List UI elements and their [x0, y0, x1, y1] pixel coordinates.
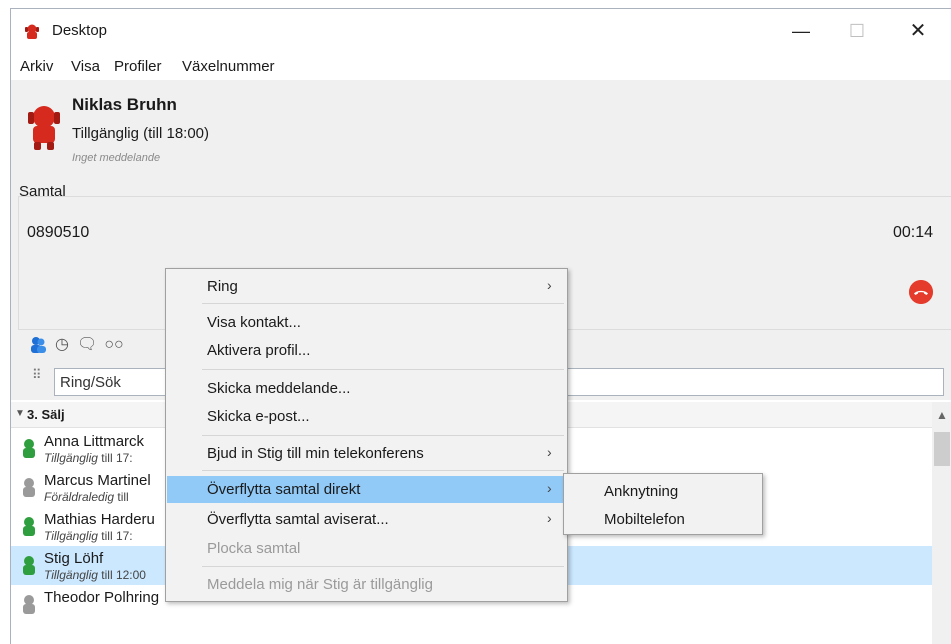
- chevron-right-icon: ›: [547, 444, 552, 460]
- chat-icon[interactable]: 🗨: [77, 335, 97, 355]
- dialpad-icon[interactable]: ⠿: [32, 367, 41, 383]
- menu-item-visa-kontakt[interactable]: Visa kontakt...: [167, 309, 566, 336]
- maximize-button[interactable]: ☐: [834, 9, 880, 54]
- menu-item-plocka-samtal: Plocka samtal: [207, 540, 301, 557]
- menu-bar: Arkiv Visa Profiler Växelnummer: [11, 54, 951, 80]
- menu-item-overflytta-direkt[interactable]: Överflytta samtal direkt ›: [167, 476, 566, 503]
- menu-profiler[interactable]: Profiler: [114, 58, 162, 75]
- voicemail-icon[interactable]: ○○: [101, 335, 127, 355]
- menu-item-skicka-epost[interactable]: Skicka e-post...: [167, 403, 566, 430]
- menu-item-meddela: Meddela mig när Stig är tillgänglig: [207, 576, 433, 593]
- menu-item-skicka-meddelande[interactable]: Skicka meddelande...: [167, 375, 566, 402]
- menu-separator: [202, 470, 564, 471]
- profile-message[interactable]: Inget meddelande: [72, 152, 160, 164]
- user-avatar[interactable]: [24, 104, 64, 152]
- group-name: 3. Sälj: [27, 407, 65, 422]
- call-number: 0890510: [27, 224, 90, 241]
- menu-item-overflytta-aviserat[interactable]: Överflytta samtal aviserat... ›: [167, 506, 566, 533]
- contact-avatar-icon: [23, 478, 35, 497]
- menu-visa[interactable]: Visa: [71, 58, 100, 75]
- menu-vaxelnummer[interactable]: Växelnummer: [182, 58, 275, 75]
- contact-name: Anna Littmarck: [44, 433, 145, 450]
- submenu-item-anknytning[interactable]: Anknytning: [604, 483, 678, 500]
- close-button[interactable]: ✕: [895, 9, 941, 54]
- menu-separator: [202, 435, 564, 436]
- context-menu: Ring › Visa kontakt... Aktivera profil...…: [165, 268, 568, 602]
- contact-avatar-icon: [23, 556, 35, 575]
- chevron-right-icon: ›: [547, 510, 552, 526]
- profile-status[interactable]: Tillgänglig (till 18:00): [72, 125, 209, 142]
- calls-label: Samtal: [19, 183, 66, 200]
- contacts-icon[interactable]: [28, 335, 48, 355]
- contact-name: Stig Löhf: [44, 550, 104, 567]
- minimize-button[interactable]: —: [778, 9, 824, 54]
- menu-item-aktivera-profil[interactable]: Aktivera profil...: [167, 337, 566, 364]
- contact-list-scrollbar[interactable]: ▲: [932, 402, 951, 644]
- chevron-right-icon: ›: [547, 277, 552, 293]
- menu-separator: [202, 303, 564, 304]
- submenu-item-mobiltelefon[interactable]: Mobiltelefon: [604, 511, 685, 528]
- contact-status: Föräldraledig till: [44, 490, 129, 504]
- menu-separator: [202, 369, 564, 370]
- profile-panel: Niklas Bruhn Tillgänglig (till 18:00) In…: [11, 80, 951, 190]
- contact-avatar-icon: [23, 595, 35, 614]
- collapse-triangle-icon[interactable]: ▼: [15, 408, 25, 419]
- transfer-submenu: Anknytning Mobiltelefon: [563, 473, 763, 535]
- call-duration: 00:14: [893, 224, 934, 241]
- contact-status: Tillgänglig till 12:00: [44, 568, 146, 582]
- scroll-up-icon[interactable]: ▲: [936, 408, 948, 422]
- scroll-thumb[interactable]: [934, 432, 950, 466]
- profile-name: Niklas Bruhn: [72, 95, 177, 114]
- contact-name: Mathias Harderu: [44, 511, 155, 528]
- chevron-right-icon: ›: [547, 480, 552, 496]
- history-icon[interactable]: ◷: [52, 335, 72, 355]
- menu-separator: [202, 566, 564, 567]
- menu-item-bjud-in[interactable]: Bjud in Stig till min telekonferens ›: [167, 440, 566, 467]
- menu-item-ring[interactable]: Ring ›: [167, 273, 566, 300]
- contact-name: Marcus Martinel: [44, 472, 151, 489]
- hangup-icon[interactable]: [909, 280, 933, 304]
- contact-avatar-icon: [23, 517, 35, 536]
- contact-status: Tillgänglig till 17:: [44, 529, 133, 543]
- contact-name: Theodor Polhring: [44, 589, 160, 606]
- title-bar: Desktop — ☐ ✕: [11, 9, 951, 54]
- menu-arkiv[interactable]: Arkiv: [20, 58, 53, 75]
- app-logo-icon: [25, 24, 39, 39]
- contact-status: Tillgänglig till 17:: [44, 451, 133, 465]
- window-title: Desktop: [52, 22, 108, 39]
- contact-avatar-icon: [23, 439, 35, 458]
